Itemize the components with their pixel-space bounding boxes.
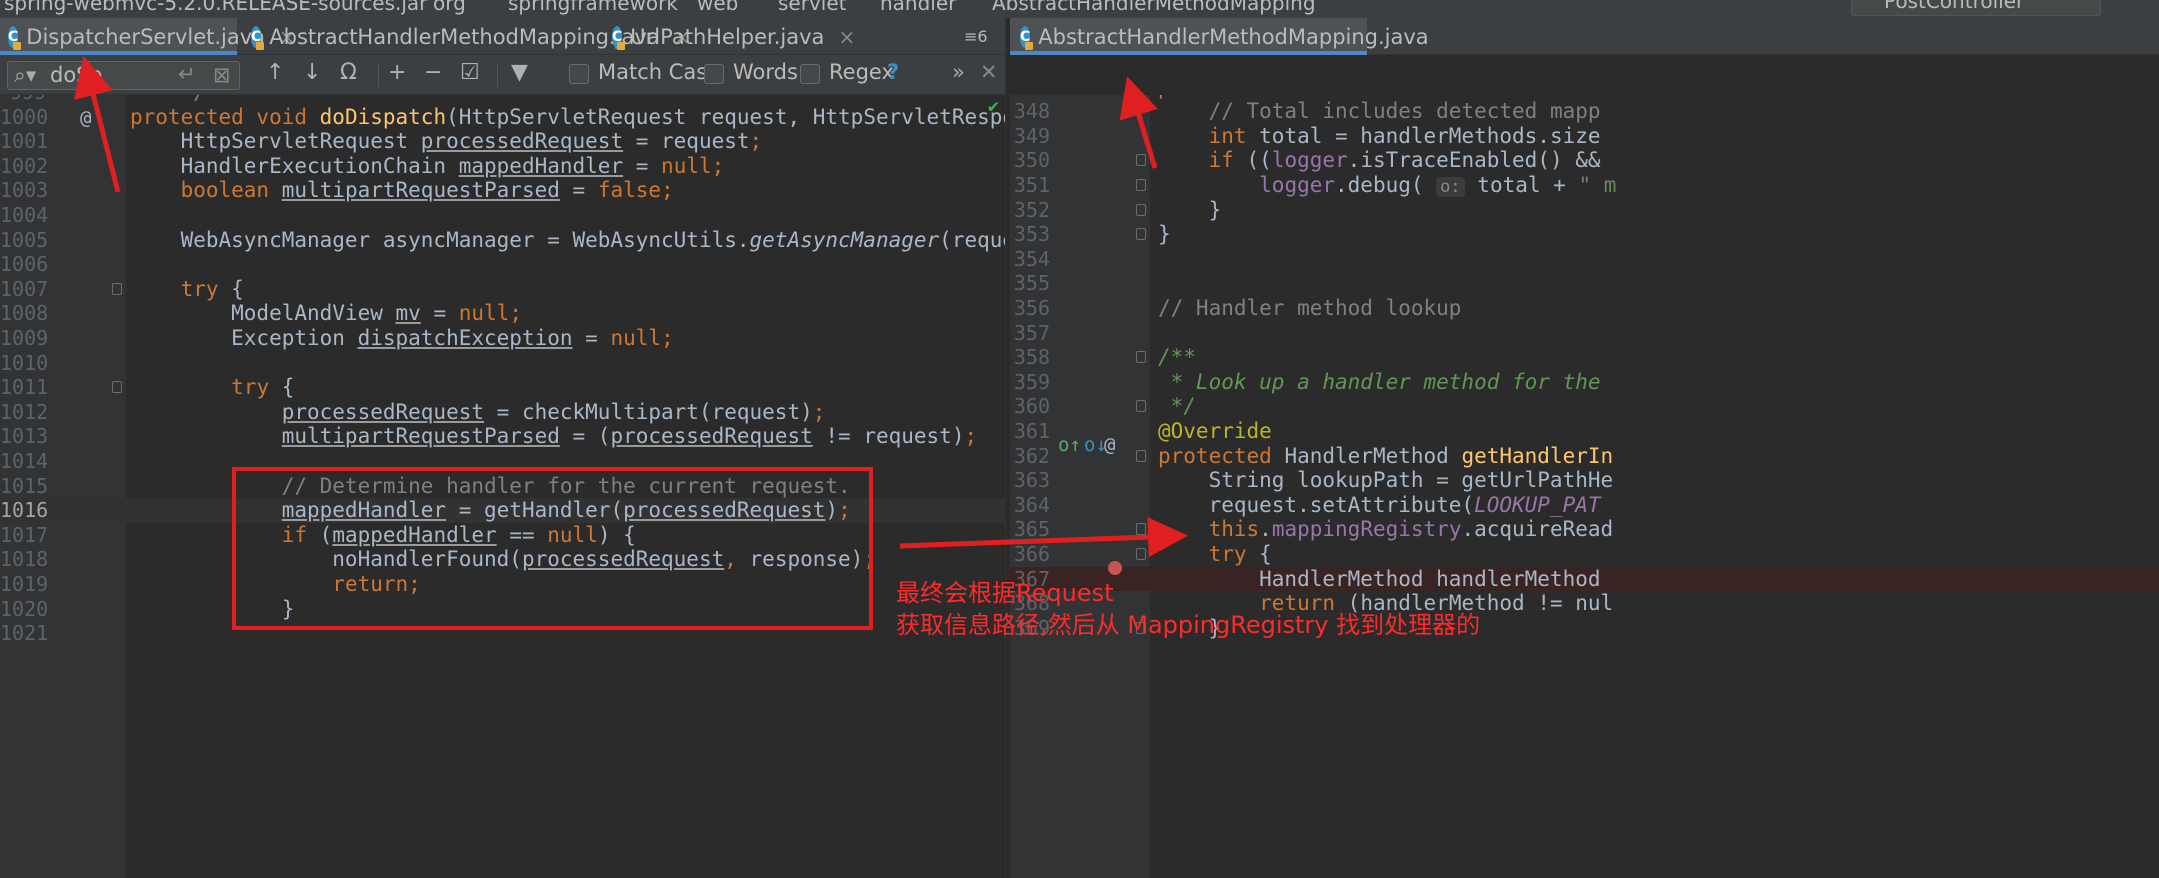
annotation-text-line1: 最终会根据Request <box>896 579 1114 607</box>
arrow-to-try-block <box>899 517 1188 558</box>
arrow-to-right-override <box>1119 76 1158 169</box>
annotation-text-line2: 获取信息路径,然后从 MappingRegistry 找到处理器的 <box>896 611 1481 639</box>
arrow-to-left-tab <box>74 56 121 193</box>
annotation-arrows <box>74 56 1188 558</box>
